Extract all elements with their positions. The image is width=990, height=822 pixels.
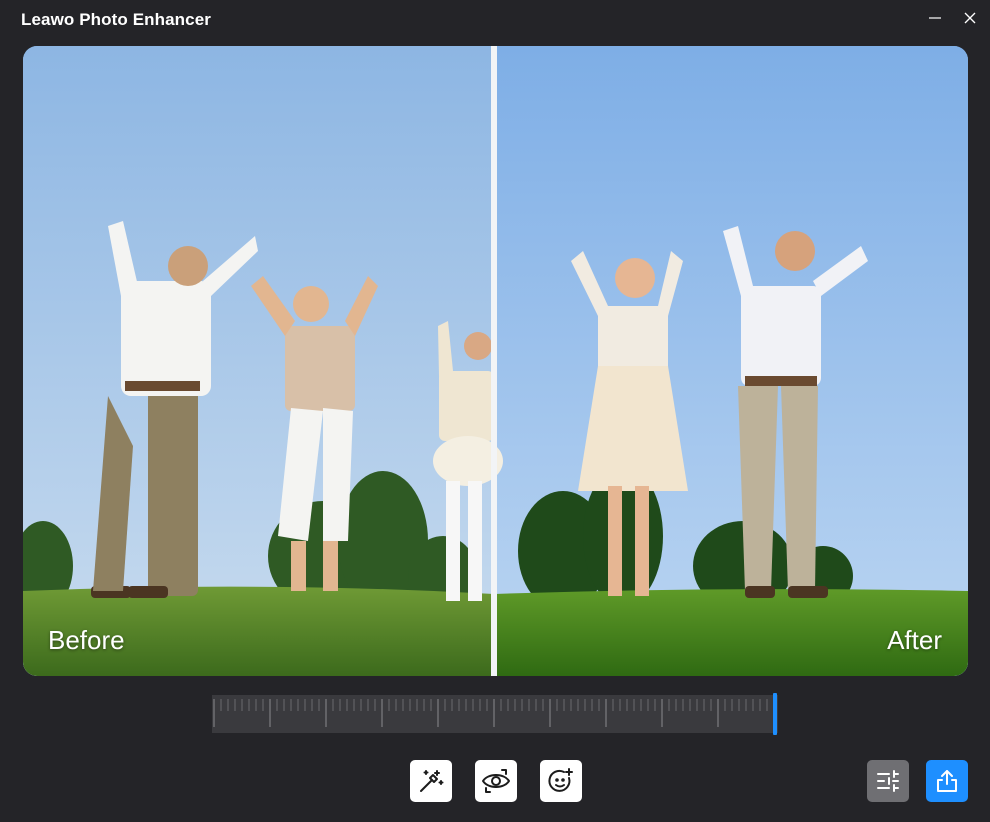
comparison-divider-handle[interactable] xyxy=(491,46,497,676)
app-title: Leawo Photo Enhancer xyxy=(21,10,211,29)
app-window: Leawo Photo Enhancer Before After xyxy=(0,0,990,822)
timeline-slider[interactable] xyxy=(212,693,778,735)
export-button[interactable] xyxy=(926,760,968,802)
adjust-settings-button[interactable] xyxy=(867,760,909,802)
timeline-handle[interactable] xyxy=(773,693,777,735)
title-bar: Leawo Photo Enhancer xyxy=(0,0,990,40)
enhance-button[interactable] xyxy=(410,760,452,802)
face-sparkle-icon xyxy=(548,768,573,792)
before-label: Before xyxy=(48,625,125,655)
face-enhance-button[interactable] xyxy=(540,760,582,802)
timeline-ticks xyxy=(213,699,775,727)
minimize-icon xyxy=(929,17,941,19)
minimize-button[interactable] xyxy=(921,6,949,30)
photo-comparison-preview[interactable]: Before After xyxy=(23,46,968,676)
eye-icon xyxy=(482,769,510,793)
after-label: After xyxy=(887,625,942,655)
export-icon xyxy=(937,770,957,792)
view-button[interactable] xyxy=(475,760,517,802)
close-icon xyxy=(964,12,976,24)
sliders-icon xyxy=(877,770,899,792)
close-button[interactable] xyxy=(956,6,984,30)
magic-wand-icon xyxy=(420,770,444,792)
